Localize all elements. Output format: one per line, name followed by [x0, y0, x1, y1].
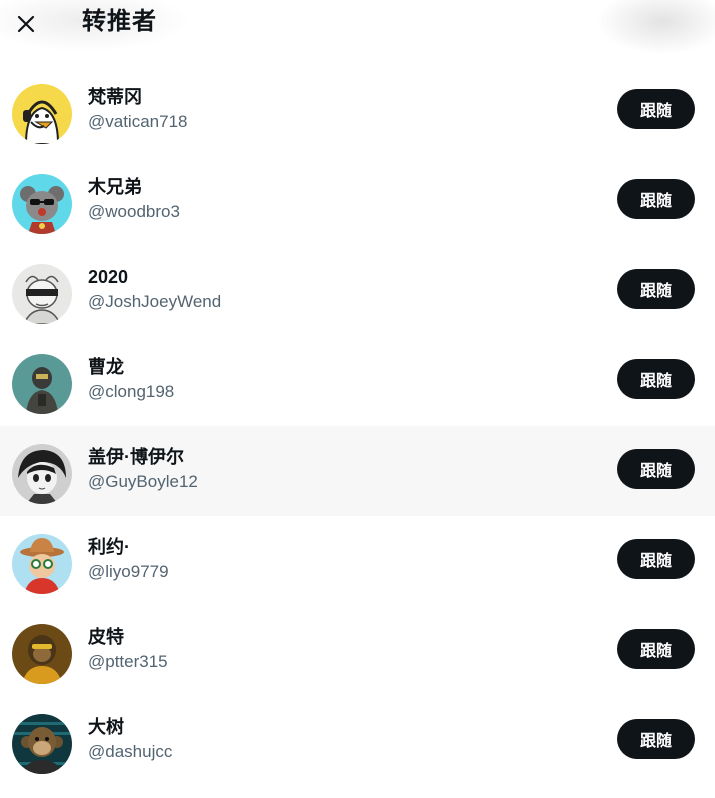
- avatar[interactable]: [12, 624, 72, 684]
- user-handle[interactable]: @vatican718: [88, 111, 188, 133]
- user-name[interactable]: 利约·: [88, 536, 130, 558]
- user-name[interactable]: 2020: [88, 266, 128, 288]
- list-item[interactable]: 皮特 @ptter315 跟随: [0, 606, 715, 696]
- user-name[interactable]: 皮特: [88, 626, 124, 648]
- ape-gold-avatar-icon: [12, 624, 72, 684]
- list-item[interactable]: 木兄弟 @woodbro3 跟随: [0, 156, 715, 246]
- user-handle[interactable]: @ptter315: [88, 651, 168, 673]
- avatar[interactable]: [12, 174, 72, 234]
- teal-robot-avatar-icon: [12, 354, 72, 414]
- user-handle[interactable]: @woodbro3: [88, 201, 180, 223]
- avatar[interactable]: [12, 714, 72, 774]
- list-item[interactable]: 梵蒂冈 @vatican718 跟随: [0, 66, 715, 156]
- cowboy-hat-cartoon-avatar-icon: [12, 534, 72, 594]
- list-item[interactable]: 盖伊·博伊尔 @GuyBoyle12 跟随: [0, 426, 715, 516]
- user-handle[interactable]: @JoshJoeyWend: [88, 291, 221, 313]
- header-blur-right: [598, 0, 715, 54]
- follow-button[interactable]: 跟随: [617, 179, 695, 219]
- list-item[interactable]: 2020 @JoshJoeyWend 跟随: [0, 246, 715, 336]
- follow-button[interactable]: 跟随: [617, 719, 695, 759]
- bored-ape-avatar-icon: [12, 714, 72, 774]
- duck-headset-avatar-icon: [12, 84, 72, 144]
- avatar[interactable]: [12, 354, 72, 414]
- follow-button[interactable]: 跟随: [617, 539, 695, 579]
- follow-button[interactable]: 跟随: [617, 449, 695, 489]
- anime-sketch-avatar-icon: [12, 444, 72, 504]
- retweeters-list: 梵蒂冈 @vatican718 跟随 木兄弟 @woodbro3 跟随 2020…: [0, 66, 715, 786]
- avatar[interactable]: [12, 84, 72, 144]
- avatar[interactable]: [12, 264, 72, 324]
- follow-button[interactable]: 跟随: [617, 629, 695, 669]
- follow-button[interactable]: 跟随: [617, 89, 695, 129]
- user-handle[interactable]: @GuyBoyle12: [88, 471, 198, 493]
- user-handle[interactable]: @liyo9779: [88, 561, 169, 583]
- user-handle[interactable]: @dashujcc: [88, 741, 172, 763]
- list-item[interactable]: 大树 @dashujcc 跟随: [0, 696, 715, 786]
- avatar[interactable]: [12, 444, 72, 504]
- list-item[interactable]: 利约· @liyo9779 跟随: [0, 516, 715, 606]
- close-icon: [17, 15, 35, 33]
- user-name[interactable]: 盖伊·博伊尔: [88, 446, 184, 468]
- follow-button[interactable]: 跟随: [617, 269, 695, 309]
- cartoon-mouse-sunglasses-avatar-icon: [12, 174, 72, 234]
- blindfold-character-avatar-icon: [12, 264, 72, 324]
- list-item[interactable]: 曹龙 @clong198 跟随: [0, 336, 715, 426]
- close-button[interactable]: [10, 8, 42, 40]
- user-name[interactable]: 梵蒂冈: [88, 86, 142, 108]
- follow-button[interactable]: 跟随: [617, 359, 695, 399]
- user-handle[interactable]: @clong198: [88, 381, 174, 403]
- user-name[interactable]: 木兄弟: [88, 176, 142, 198]
- page-title: 转推者: [82, 8, 157, 35]
- user-name[interactable]: 曹龙: [88, 356, 124, 378]
- header: 转推者: [0, 0, 715, 54]
- avatar[interactable]: [12, 534, 72, 594]
- user-name[interactable]: 大树: [88, 716, 124, 738]
